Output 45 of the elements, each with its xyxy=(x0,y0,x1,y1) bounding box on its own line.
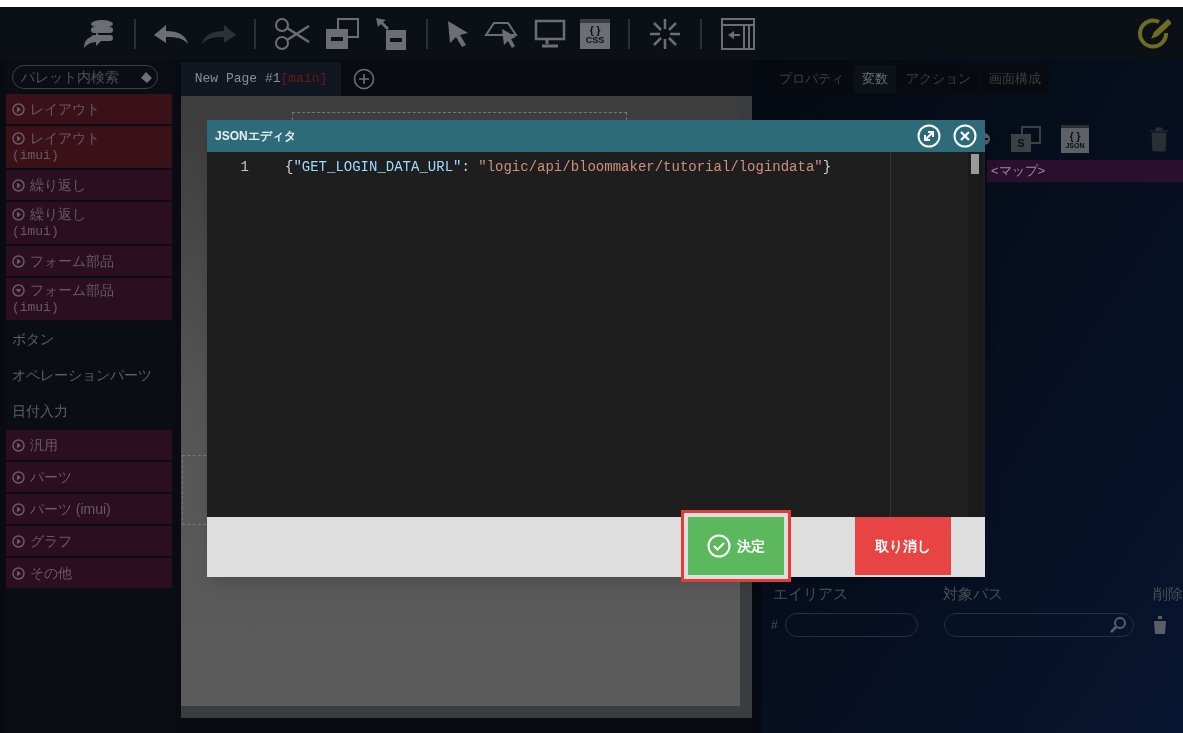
scrollbar[interactable] xyxy=(968,152,983,517)
column-header: 削除 xyxy=(1153,583,1183,604)
panel-tab[interactable]: 変数 xyxy=(854,65,896,93)
cancel-button[interactable]: 取り消し xyxy=(855,517,951,575)
sparkle-icon[interactable] xyxy=(648,16,682,51)
pointer-icon[interactable] xyxy=(446,18,470,49)
delete-icon[interactable] xyxy=(1152,615,1168,635)
variable-row[interactable]: <マップ> xyxy=(987,160,1183,182)
page-tab[interactable]: New Page #1[main] xyxy=(180,62,342,96)
palette-category[interactable]: 繰り返し (imui) xyxy=(5,202,172,244)
column-header: エイリアス xyxy=(773,583,849,604)
palette-item[interactable]: オペレーションパーツ xyxy=(5,358,172,392)
expand-icon[interactable] xyxy=(917,124,941,148)
palette-category[interactable]: 汎用 xyxy=(5,430,172,460)
search-icon[interactable] xyxy=(1109,616,1127,634)
database-icon[interactable] xyxy=(82,17,116,50)
paste-component-icon[interactable] xyxy=(374,15,408,52)
code-editor[interactable]: 1 {"GET_LOGIN_DATA_URL": "logic/api/bloommaker/tutorial/logindata"} xyxy=(207,152,985,517)
panel-icon[interactable] xyxy=(720,16,756,51)
palette-category[interactable]: パーツ (imui) xyxy=(5,494,172,524)
undo-icon[interactable] xyxy=(154,22,188,45)
column-header: 対象パス xyxy=(943,583,1004,604)
scissors-icon[interactable] xyxy=(274,17,310,50)
palette-category[interactable]: レイアウト xyxy=(5,94,172,124)
palette-category[interactable]: 繰り返し xyxy=(5,170,172,200)
alias-prefix: # xyxy=(771,617,779,634)
monitor-icon[interactable] xyxy=(534,18,566,49)
code-line[interactable]: {"GET_LOGIN_DATA_URL": "logic/api/bloommaker/tutorial/logindata"} xyxy=(285,156,832,178)
check-circle-icon xyxy=(707,534,731,558)
eraser-icon[interactable] xyxy=(138,71,153,85)
palette-category[interactable]: グラフ xyxy=(5,526,172,556)
palette-category[interactable]: パーツ xyxy=(5,462,172,492)
palette-category[interactable]: フォーム部品 xyxy=(5,246,172,276)
close-icon[interactable] xyxy=(953,124,977,148)
edit-icon[interactable] xyxy=(1137,17,1171,49)
palette-category[interactable]: その他 xyxy=(5,558,172,588)
line-number: 1 xyxy=(239,157,249,177)
add-page-icon[interactable] xyxy=(353,68,376,90)
css-icon[interactable]: { } CSS xyxy=(580,18,610,49)
palette-item[interactable]: 日付入力 xyxy=(5,394,172,428)
palette-category[interactable]: レイアウト (imui) xyxy=(5,126,172,168)
palette-item[interactable]: ボタン xyxy=(5,322,172,356)
dialog-title: JSONエディタ xyxy=(215,128,296,145)
copy-component-icon[interactable] xyxy=(324,16,360,51)
palette-category[interactable]: フォーム部品 (imui) xyxy=(5,278,172,320)
